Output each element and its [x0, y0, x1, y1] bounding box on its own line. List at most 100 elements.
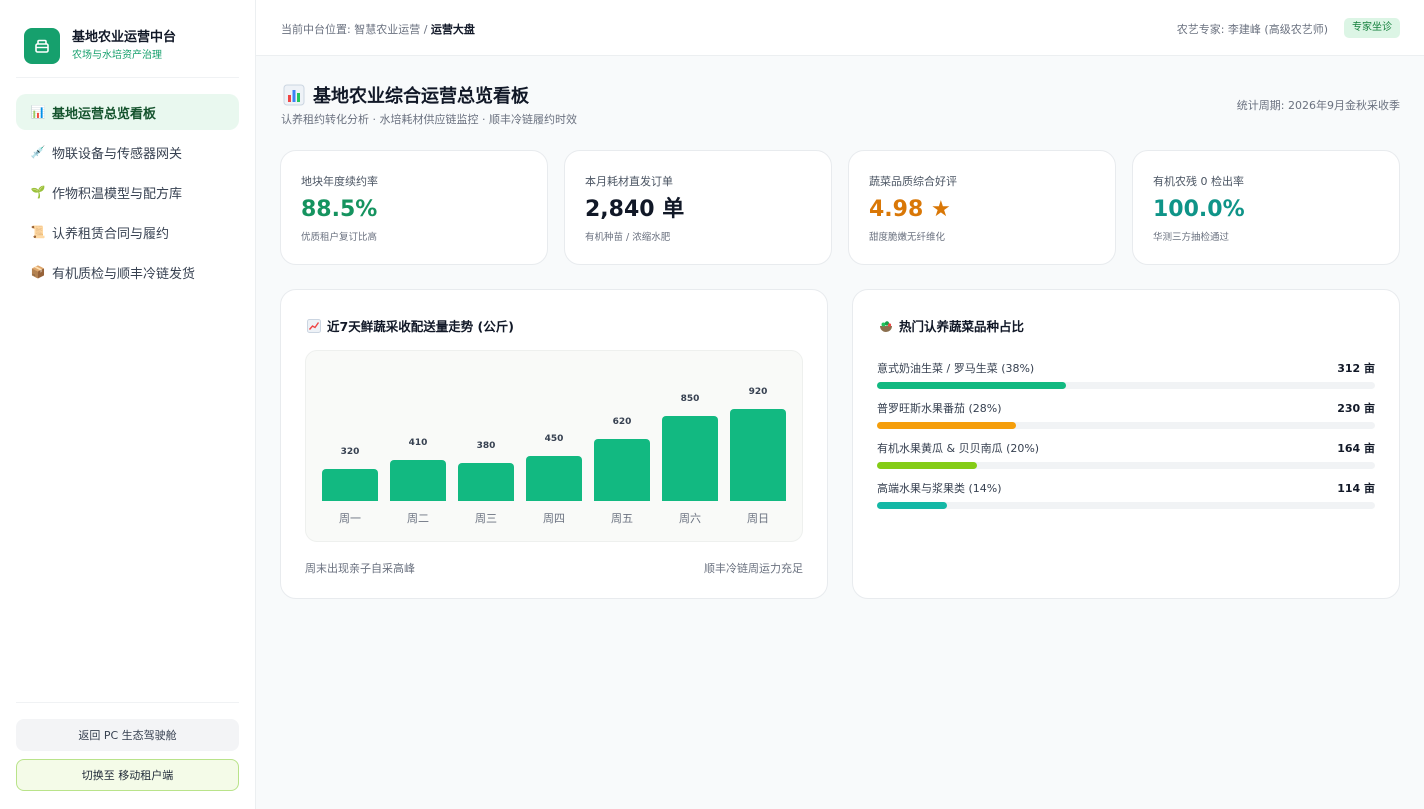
kpi-card-residue: 有机农残 0 检出率 100.0% 华测三方抽检通过: [1132, 150, 1400, 265]
page-subtitle: 认养租约转化分析 · 水培耗材供应链监控 · 顺丰冷链履约时效: [281, 113, 577, 126]
sidebar-item-contracts[interactable]: 📜 认养租赁合同与履约: [16, 214, 239, 250]
kpi-desc: 优质租户复订比高: [301, 232, 378, 243]
share-progress-fill: [877, 502, 947, 509]
kpi-card-orders: 本月耗材直发订单 2,840 单 有机种苗 / 浓缩水肥: [564, 150, 832, 265]
share-label: 有机水果黄瓜 & 贝贝南瓜 (20%): [877, 442, 1040, 455]
share-progress-fill: [877, 422, 1017, 429]
scroll-icon: 📜: [30, 225, 46, 239]
trend-footnote-left: 周末出现亲子自采高峰: [305, 562, 415, 575]
expert-badge[interactable]: 专家坐诊: [1344, 18, 1400, 38]
sidebar-divider: [16, 77, 239, 78]
seedling-icon: 🌱: [30, 185, 46, 199]
chart-data-label: 410: [408, 438, 428, 448]
chart-category-label: 周日: [747, 512, 769, 525]
share-progress-track: [877, 422, 1375, 429]
sidebar-item-label: 认养租赁合同与履约: [52, 226, 170, 242]
chart-data-label: 920: [748, 387, 768, 397]
kpi-desc: 有机种苗 / 浓缩水肥: [585, 232, 671, 243]
chart-bar: [730, 409, 786, 501]
chart-category-label: 周一: [339, 512, 361, 525]
bar-chart-icon: [283, 84, 305, 106]
trend-panel-title: 近7天鲜蔬采收配送量走势 (公斤): [307, 316, 514, 335]
sidebar-item-label: 物联设备与传感器网关: [52, 146, 183, 162]
trend-footnote-right: 顺丰冷链周运力充足: [704, 562, 803, 575]
sidebar-nav: 📊 基地运营总览看板 💉 物联设备与传感器网关 🌱 作物积温模型与配方库 📜 认…: [16, 94, 239, 294]
topbar: 当前中台位置: 智慧农业运营 / 运营大盘 农艺专家: 李建峰 (高级农艺师) …: [256, 0, 1424, 56]
share-label: 高端水果与浆果类 (14%): [877, 482, 1002, 495]
trend-panel-title-text: 近7天鲜蔬采收配送量走势 (公斤): [327, 319, 514, 334]
chart-category-label: 周三: [475, 512, 497, 525]
share-row: 意式奶油生菜 / 罗马生菜 (38%) 312 亩: [877, 360, 1375, 389]
chart-data-label: 380: [476, 441, 496, 451]
trend-panel: 近7天鲜蔬采收配送量走势 (公斤) 320 周一 410 周二 380 周三 450 周四 62…: [280, 289, 828, 599]
share-row: 高端水果与浆果类 (14%) 114 亩: [877, 480, 1375, 509]
sidebar-item-label: 作物积温模型与配方库: [52, 186, 183, 202]
sidebar-item-shipping[interactable]: 📦 有机质检与顺丰冷链发货: [16, 254, 239, 290]
salad-bowl-icon: [879, 319, 893, 333]
chart-bar: [594, 439, 650, 501]
kpi-desc: 华测三方抽检通过: [1153, 232, 1230, 243]
back-pc-button[interactable]: 返回 PC 生态驾驶舱: [16, 719, 239, 751]
breadcrumb-current[interactable]: 运营大盘: [431, 23, 475, 36]
chart-data-label: 320: [340, 447, 360, 457]
chart-category-label: 周五: [611, 512, 633, 525]
storage-box-icon: [24, 28, 60, 64]
breadcrumb: 当前中台位置: 智慧农业运营 / 运营大盘: [281, 21, 475, 37]
chart-category-label: 周四: [543, 512, 565, 525]
share-progress-fill: [877, 462, 977, 469]
page-title-text: 基地农业综合运营总览看板: [313, 86, 529, 107]
chart-bar: [322, 469, 378, 501]
kpi-card-rating: 蔬菜品质综合好评 4.98 ★ 甜度脆嫩无纤维化: [848, 150, 1116, 265]
chart-category-label: 周二: [407, 512, 429, 525]
sidebar-item-label: 有机质检与顺丰冷链发货: [52, 266, 196, 282]
chart-data-label: 450: [544, 434, 564, 444]
kpi-value: 2,840 单: [585, 197, 685, 222]
chart-bar: [458, 463, 514, 501]
kpi-label: 有机农残 0 检出率: [1153, 175, 1244, 188]
kpi-label: 蔬菜品质综合好评: [869, 175, 957, 188]
chart-bar: [526, 456, 582, 501]
page-title: 基地农业综合运营总览看板: [283, 82, 529, 108]
brand: 基地农业运营中台 农场与水培资产治理: [24, 28, 176, 64]
share-row: 有机水果黄瓜 & 贝贝南瓜 (20%) 164 亩: [877, 440, 1375, 469]
share-progress-track: [877, 502, 1375, 509]
share-progress-track: [877, 462, 1375, 469]
share-value: 114 亩: [1337, 482, 1375, 495]
kpi-desc: 甜度脆嫩无纤维化: [869, 232, 946, 243]
expert-info: 农艺专家: 李建峰 (高级农艺师): [1176, 23, 1328, 36]
share-progress-fill: [877, 382, 1067, 389]
share-value: 164 亩: [1337, 442, 1375, 455]
share-row: 普罗旺斯水果番茄 (28%) 230 亩: [877, 400, 1375, 429]
bar-chart-icon: 📊: [30, 105, 46, 119]
kpi-card-renewal: 地块年度续约率 88.5% 优质租户复订比高: [280, 150, 548, 265]
kpi-value: 88.5%: [301, 197, 378, 222]
share-label: 普罗旺斯水果番茄 (28%): [877, 402, 1002, 415]
kpi-label: 地块年度续约率: [301, 175, 378, 188]
sidebar-item-crop-model[interactable]: 🌱 作物积温模型与配方库: [16, 174, 239, 210]
kpi-label: 本月耗材直发订单: [585, 175, 673, 188]
brand-subtitle: 农场与水培资产治理: [72, 50, 162, 61]
share-progress-track: [877, 382, 1375, 389]
sidebar-divider: [16, 702, 239, 703]
brand-title: 基地农业运营中台: [72, 30, 177, 45]
trend-chart-icon: [307, 318, 321, 333]
share-panel: 热门认养蔬菜品种占比 意式奶油生菜 / 罗马生菜 (38%) 312 亩 普罗旺…: [852, 289, 1400, 599]
sidebar-item-overview[interactable]: 📊 基地运营总览看板: [16, 94, 239, 130]
kpi-value: 100.0%: [1153, 197, 1245, 222]
switch-mobile-button[interactable]: 切换至 移动租户端: [16, 759, 239, 791]
chart-data-label: 850: [680, 394, 700, 404]
share-value: 230 亩: [1337, 402, 1375, 415]
sidebar: 基地农业运营中台 农场与水培资产治理 📊 基地运营总览看板 💉 物联设备与传感器…: [0, 0, 256, 809]
sidebar-item-label: 基地运营总览看板: [52, 106, 157, 122]
chart-category-label: 周六: [679, 512, 701, 525]
chart-bar: [390, 460, 446, 501]
syringe-icon: 💉: [30, 145, 46, 159]
breadcrumb-path: 当前中台位置: 智慧农业运营 /: [281, 23, 431, 36]
bar-chart: 320 周一 410 周二 380 周三 450 周四 620 周五 850 周六 920 周日: [305, 350, 803, 542]
share-panel-title: 热门认养蔬菜品种占比: [879, 316, 1024, 335]
share-value: 312 亩: [1337, 362, 1375, 375]
kpi-value: 4.98 ★: [869, 197, 951, 222]
chart-data-label: 620: [612, 417, 632, 427]
sidebar-item-iot[interactable]: 💉 物联设备与传感器网关: [16, 134, 239, 170]
statistics-period: 统计周期: 2026年9月金秋采收季: [1236, 99, 1400, 112]
